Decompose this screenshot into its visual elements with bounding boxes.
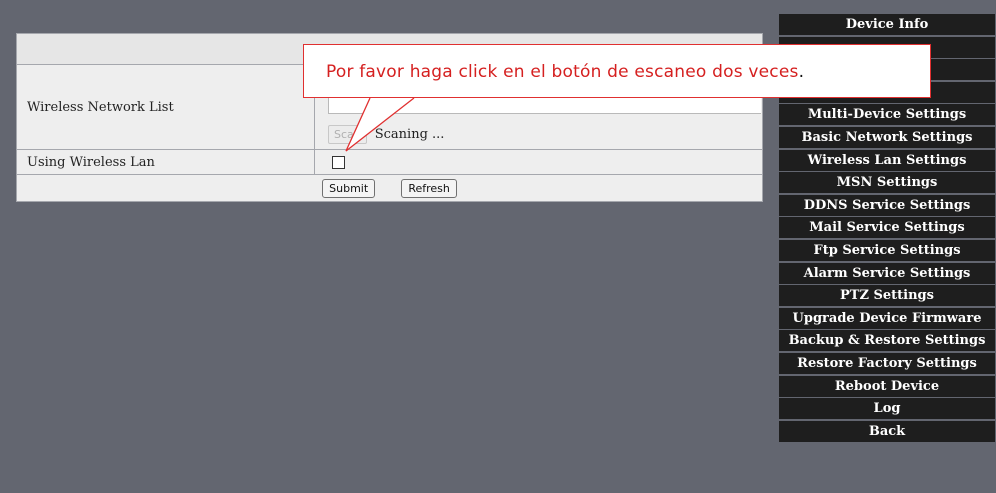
menu-item-backup-restore-settings[interactable]: Backup & Restore Settings (779, 330, 995, 352)
callout-period: . (798, 62, 805, 82)
menu-item-device-info[interactable]: Device Info (779, 14, 995, 35)
refresh-button[interactable]: Refresh (401, 178, 457, 198)
using-wireless-label: Using Wireless Lan (16, 149, 315, 175)
menu-item-log[interactable]: Log (779, 398, 995, 420)
menu-item-msn-settings[interactable]: MSN Settings (779, 172, 995, 194)
button-row: Submit Refresh (16, 174, 763, 202)
menu-item-alarm-service-settings[interactable]: Alarm Service Settings (779, 262, 995, 284)
menu-item-ftp-service-settings[interactable]: Ftp Service Settings (779, 239, 995, 261)
wireless-network-list-label: Wireless Network List (16, 64, 315, 150)
menu-item-upgrade-device-firmware[interactable]: Upgrade Device Firmware (779, 307, 995, 329)
menu-item-ptz-settings[interactable]: PTZ Settings (779, 285, 995, 307)
using-wireless-checkbox[interactable] (332, 155, 345, 169)
callout-text: Por favor haga click en el botón de esca… (326, 62, 804, 82)
menu-item-reboot-device[interactable]: Reboot Device (779, 375, 995, 397)
instruction-callout: Por favor haga click en el botón de esca… (303, 44, 931, 98)
menu-item-multi-device-settings[interactable]: Multi-Device Settings (779, 104, 995, 126)
menu-item-ddns-service-settings[interactable]: DDNS Service Settings (779, 194, 995, 216)
callout-message: Por favor haga click en el botón de esca… (326, 62, 799, 82)
callout-pointer (340, 97, 415, 152)
menu-item-basic-network-settings[interactable]: Basic Network Settings (779, 126, 995, 148)
menu-item-mail-service-settings[interactable]: Mail Service Settings (779, 217, 995, 239)
menu-item-back[interactable]: Back (779, 420, 995, 442)
menu-item-wireless-lan-settings[interactable]: Wireless Lan Settings (779, 149, 995, 171)
menu-item-restore-factory-settings[interactable]: Restore Factory Settings (779, 352, 995, 374)
using-wireless-cell (314, 149, 763, 175)
submit-button[interactable]: Submit (322, 178, 376, 198)
